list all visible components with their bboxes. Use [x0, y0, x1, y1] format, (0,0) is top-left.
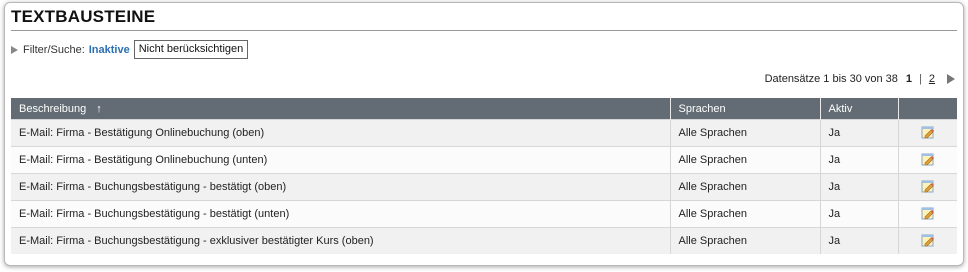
filter-label: Filter/Suche:: [23, 43, 85, 56]
cell-beschreibung: E-Mail: Firma - Buchungsbestätigung - be…: [11, 200, 671, 228]
window-frame: TEXTBAUSTEINE Filter/Suche: Inaktive Nic…: [4, 2, 964, 266]
cell-aktiv: Ja: [820, 119, 899, 147]
edit-icon[interactable]: [921, 206, 935, 223]
cell-aktiv: Ja: [820, 173, 899, 201]
cell-beschreibung: E-Mail: Firma - Bestätigung Onlinebuchun…: [11, 119, 671, 147]
filter-value-link[interactable]: Inaktive: [89, 44, 130, 56]
page-title: TEXTBAUSTEINE: [11, 7, 156, 26]
cell-beschreibung: E-Mail: Firma - Bestätigung Onlinebuchun…: [11, 146, 671, 174]
ignore-filter-button[interactable]: Nicht berücksichtigen: [133, 40, 249, 59]
column-header-aktiv[interactable]: Aktiv: [820, 98, 899, 120]
cell-aktiv: Ja: [820, 227, 899, 254]
column-header-actions: [898, 98, 957, 120]
cell-sprachen: Alle Sprachen: [670, 173, 821, 201]
cell-actions: [898, 200, 957, 228]
cell-sprachen: Alle Sprachen: [670, 200, 821, 228]
cell-sprachen: Alle Sprachen: [670, 119, 821, 147]
sort-ascending-icon: ↑: [96, 102, 102, 115]
current-page: 1: [905, 73, 913, 85]
cell-actions: [898, 146, 957, 174]
next-page-arrow-icon[interactable]: [947, 74, 955, 84]
page-2-link[interactable]: 2: [929, 73, 935, 85]
edit-icon[interactable]: [921, 152, 935, 169]
table-row: E-Mail: Firma - Buchungsbestätigung - be…: [11, 200, 957, 228]
cell-sprachen: Alle Sprachen: [670, 227, 821, 254]
title-divider: [11, 30, 957, 31]
header-beschreibung-label: Beschreibung: [19, 102, 87, 115]
expand-triangle-icon[interactable]: [11, 45, 18, 54]
table-row: E-Mail: Firma - Buchungsbestätigung - ex…: [11, 227, 957, 254]
table-header-row: Beschreibung ↑ Sprachen Aktiv: [11, 98, 957, 120]
cell-beschreibung: E-Mail: Firma - Buchungsbestätigung - be…: [11, 173, 671, 201]
table-row: E-Mail: Firma - Buchungsbestätigung - be…: [11, 173, 957, 201]
cell-beschreibung: E-Mail: Firma - Buchungsbestätigung - ex…: [11, 227, 671, 254]
filter-bar: Filter/Suche: Inaktive Nicht berücksicht…: [11, 40, 249, 59]
cell-sprachen: Alle Sprachen: [670, 146, 821, 174]
records-count: Datensätze 1 bis 30 von 38: [764, 73, 898, 85]
column-header-sprachen[interactable]: Sprachen: [670, 98, 821, 120]
cell-aktiv: Ja: [820, 146, 899, 174]
edit-icon[interactable]: [921, 125, 935, 142]
cell-actions: [898, 173, 957, 201]
table-row: E-Mail: Firma - Bestätigung Onlinebuchun…: [11, 146, 957, 174]
edit-icon[interactable]: [921, 233, 935, 250]
pagination: Datensätze 1 bis 30 von 38 1 | 2: [765, 73, 955, 85]
column-header-beschreibung[interactable]: Beschreibung ↑: [11, 98, 671, 120]
textbausteine-table: Beschreibung ↑ Sprachen Aktiv E-Mail: Fir…: [11, 98, 957, 254]
table-row: E-Mail: Firma - Bestätigung Onlinebuchun…: [11, 119, 957, 147]
pager-separator: |: [919, 73, 922, 85]
cell-aktiv: Ja: [820, 200, 899, 228]
cell-actions: [898, 119, 957, 147]
cell-actions: [898, 227, 957, 254]
edit-icon[interactable]: [921, 179, 935, 196]
